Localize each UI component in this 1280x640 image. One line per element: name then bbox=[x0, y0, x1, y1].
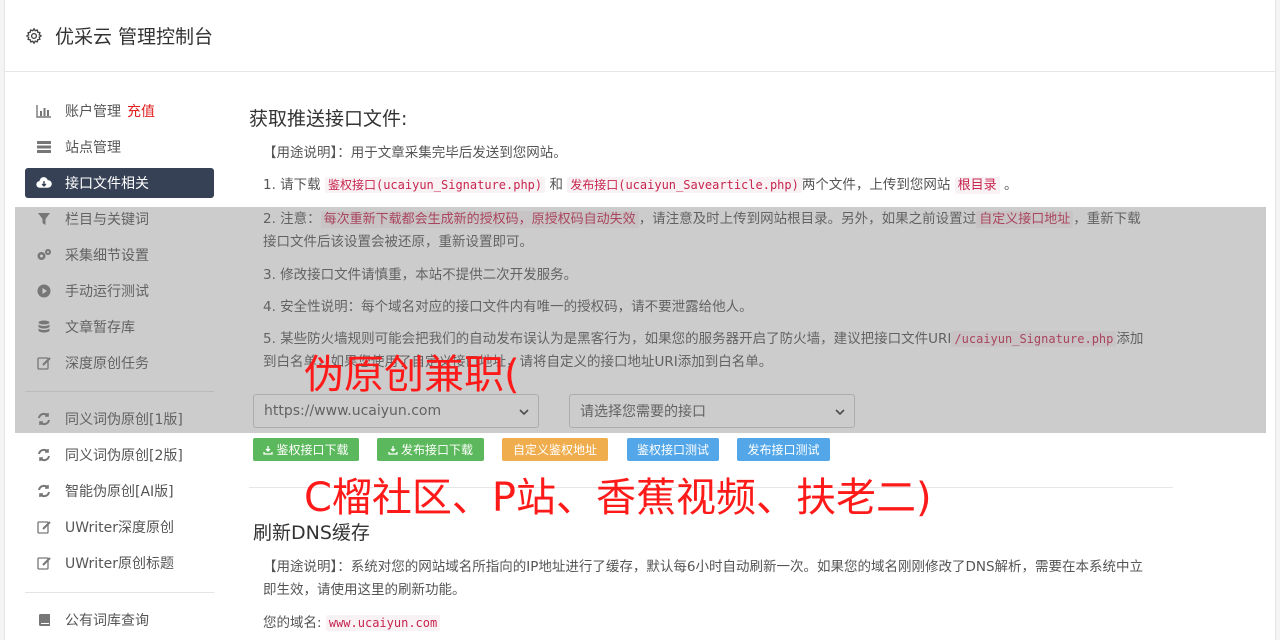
gears-icon bbox=[36, 247, 52, 263]
interface-select-value: 请选择您需要的接口 bbox=[580, 404, 706, 420]
section-title-interface-files: 获取推送接口文件: bbox=[249, 108, 408, 130]
domain-value: www.ucaiyun.com bbox=[325, 615, 441, 631]
book-icon bbox=[36, 612, 52, 628]
server-icon bbox=[36, 139, 52, 155]
instruction-3: 3. 修改接口文件请慎重，本站不提供二次开发服务。 bbox=[263, 267, 578, 283]
sidebar-item-label: 站点管理 bbox=[65, 140, 121, 156]
auth-download-button[interactable]: 鉴权接口下载 bbox=[253, 438, 359, 461]
publish-download-button[interactable]: 发布接口下载 bbox=[377, 438, 484, 461]
dns-usage-text: ：系统对您的网站域名所指向的IP地址进行了缓存，默认每6小时自动刷新一次。如果您… bbox=[263, 559, 1144, 598]
usage-label: 【用途说明】 bbox=[263, 145, 338, 161]
dns-usage-label: 【用途说明】 bbox=[263, 559, 338, 575]
instruction-2-mid: ，请注意及时上传到网站根目录。另外，如果之前设置过 bbox=[638, 211, 977, 227]
chevron-down-icon bbox=[519, 409, 529, 416]
sidebar-item-label: 文章暂存库 bbox=[65, 320, 135, 336]
sidebar-item-label: 同义词伪原创[2版] bbox=[65, 448, 183, 464]
instruction-1-end: 。 bbox=[1003, 177, 1018, 193]
gear-icon bbox=[25, 27, 43, 44]
overlay-text-line1: 伪原创兼职( bbox=[304, 352, 520, 398]
sidebar-item-sites[interactable]: 站点管理 bbox=[25, 132, 214, 162]
database-icon bbox=[36, 319, 52, 335]
sidebar-item-public-lexicon[interactable]: 公有词库查询 bbox=[25, 605, 214, 635]
sidebar-item-label: 公有词库查询 bbox=[65, 613, 149, 629]
instruction-2-prefix: 2. 注意： bbox=[263, 211, 321, 227]
sidebar-item-label: 深度原创任务 bbox=[65, 356, 149, 372]
sidebar-item-deep-original[interactable]: 深度原创任务 bbox=[25, 348, 214, 378]
play-circle-icon bbox=[36, 283, 52, 299]
site-select-value: https://www.ucaiyun.com bbox=[264, 403, 442, 419]
sidebar-item-label: UWriter原创标题 bbox=[65, 556, 174, 572]
sidebar-item-uwriter-deep[interactable]: UWriter深度原创 bbox=[25, 512, 214, 542]
instruction-1-mid: 两个文件，上传到您网站 bbox=[801, 177, 951, 193]
edit-icon bbox=[36, 355, 52, 371]
sidebar-item-manual-run[interactable]: 手动运行测试 bbox=[25, 276, 214, 306]
app-frame: 优采云 管理控制台 账户管理 充值 站点管理 接口文件相关 栏目与关键词 采集细… bbox=[4, 0, 1276, 640]
publish-test-button[interactable]: 发布接口测试 bbox=[737, 438, 830, 461]
sidebar-item-synonym-v1[interactable]: 同义词伪原创[1版] bbox=[25, 404, 214, 434]
page-title: 优采云 管理控制台 bbox=[55, 26, 214, 48]
download-icon bbox=[388, 445, 398, 455]
sidebar-item-label: 智能伪原创[AI版] bbox=[65, 484, 174, 500]
auth-download-label: 鉴权接口下载 bbox=[276, 443, 349, 457]
edit-icon bbox=[36, 519, 52, 535]
sidebar-item-label: 手动运行测试 bbox=[65, 284, 149, 300]
sidebar-item-synonym-v2[interactable]: 同义词伪原创[2版] bbox=[25, 440, 214, 470]
sidebar-divider bbox=[25, 391, 214, 392]
sidebar-item-article-store[interactable]: 文章暂存库 bbox=[25, 312, 214, 342]
sidebar-divider bbox=[25, 592, 214, 593]
domain-row: 您的域名: www.ucaiyun.com bbox=[263, 612, 1153, 635]
sidebar-item-label: 同义词伪原创[1版] bbox=[65, 412, 183, 428]
bar-chart-icon bbox=[36, 103, 52, 119]
sidebar-item-label: 接口文件相关 bbox=[65, 176, 149, 192]
cloud-download-icon bbox=[36, 175, 52, 191]
publish-download-label: 发布接口下载 bbox=[400, 443, 473, 457]
sidebar-item-label: 账户管理 bbox=[65, 104, 121, 120]
sidebar-item-collect-settings[interactable]: 采集细节设置 bbox=[25, 240, 214, 270]
domain-label: 您的域名: bbox=[263, 615, 322, 631]
instruction-1-and: 和 bbox=[549, 177, 563, 193]
instruction-1: 1. 请下载 鉴权接口(ucaiyun_Signature.php) 和 发布接… bbox=[263, 174, 1153, 197]
instruction-2: 2. 注意： 每次重新下载都会生成新的授权码，原授权码自动失效 ，请注意及时上传到网… bbox=[263, 208, 1153, 254]
signature-uri-code: /ucaiyun_Signature.php bbox=[951, 331, 1117, 347]
publish-interface-link[interactable]: 发布接口(ucaiyun_Savearticle.php) bbox=[567, 177, 802, 193]
sidebar-item-label: 采集细节设置 bbox=[65, 248, 149, 264]
usage-note: 【用途说明】：用于文章采集完毕后发送到您网站。 bbox=[263, 142, 1153, 165]
download-icon bbox=[263, 445, 274, 455]
refresh-icon bbox=[36, 411, 52, 427]
sidebar-item-label: UWriter深度原创 bbox=[65, 520, 174, 536]
filter-icon bbox=[36, 211, 52, 227]
regenerate-warning: 每次重新下载都会生成新的授权码，原授权码自动失效 bbox=[320, 211, 639, 228]
sidebar-item-ai-rewrite[interactable]: 智能伪原创[AI版] bbox=[25, 476, 214, 506]
sidebar-item-label: 栏目与关键词 bbox=[65, 212, 149, 228]
instruction-4: 4. 安全性说明：每个域名对应的接口文件内有唯一的授权码，请不要泄露给他人。 bbox=[263, 299, 753, 315]
custom-auth-button[interactable]: 自定义鉴权地址 bbox=[502, 438, 608, 461]
custom-interface-tag: 自定义接口地址 bbox=[976, 211, 1074, 228]
sidebar-item-uwriter-title[interactable]: UWriter原创标题 bbox=[25, 548, 214, 578]
auth-test-button[interactable]: 鉴权接口测试 bbox=[627, 438, 719, 461]
root-dir-tag: 根目录 bbox=[954, 177, 1000, 194]
interface-select[interactable]: 请选择您需要的接口 bbox=[569, 394, 855, 428]
sidebar-item-columns-keywords[interactable]: 栏目与关键词 bbox=[25, 204, 214, 234]
edit-icon bbox=[36, 555, 52, 571]
top-header: 优采云 管理控制台 bbox=[5, 0, 1275, 72]
chevron-down-icon bbox=[835, 409, 845, 416]
usage-text: ：用于文章采集完毕后发送到您网站。 bbox=[337, 145, 567, 161]
overlay-text-line2: C榴社区、P站、香蕉视频、扶老二) bbox=[304, 475, 932, 521]
sidebar-item-interface-files[interactable]: 接口文件相关 bbox=[25, 168, 214, 198]
auth-interface-link[interactable]: 鉴权接口(ucaiyun_Signature.php) bbox=[324, 177, 546, 193]
refresh-icon bbox=[36, 447, 52, 463]
instruction-1-prefix: 1. 请下载 bbox=[263, 177, 321, 193]
recharge-link[interactable]: 充值 bbox=[127, 101, 155, 121]
sidebar-item-account[interactable]: 账户管理 充值 bbox=[25, 96, 214, 126]
refresh-icon bbox=[36, 483, 52, 499]
dns-usage-note: 【用途说明】：系统对您的网站域名所指向的IP地址进行了缓存，默认每6小时自动刷新… bbox=[263, 556, 1153, 602]
